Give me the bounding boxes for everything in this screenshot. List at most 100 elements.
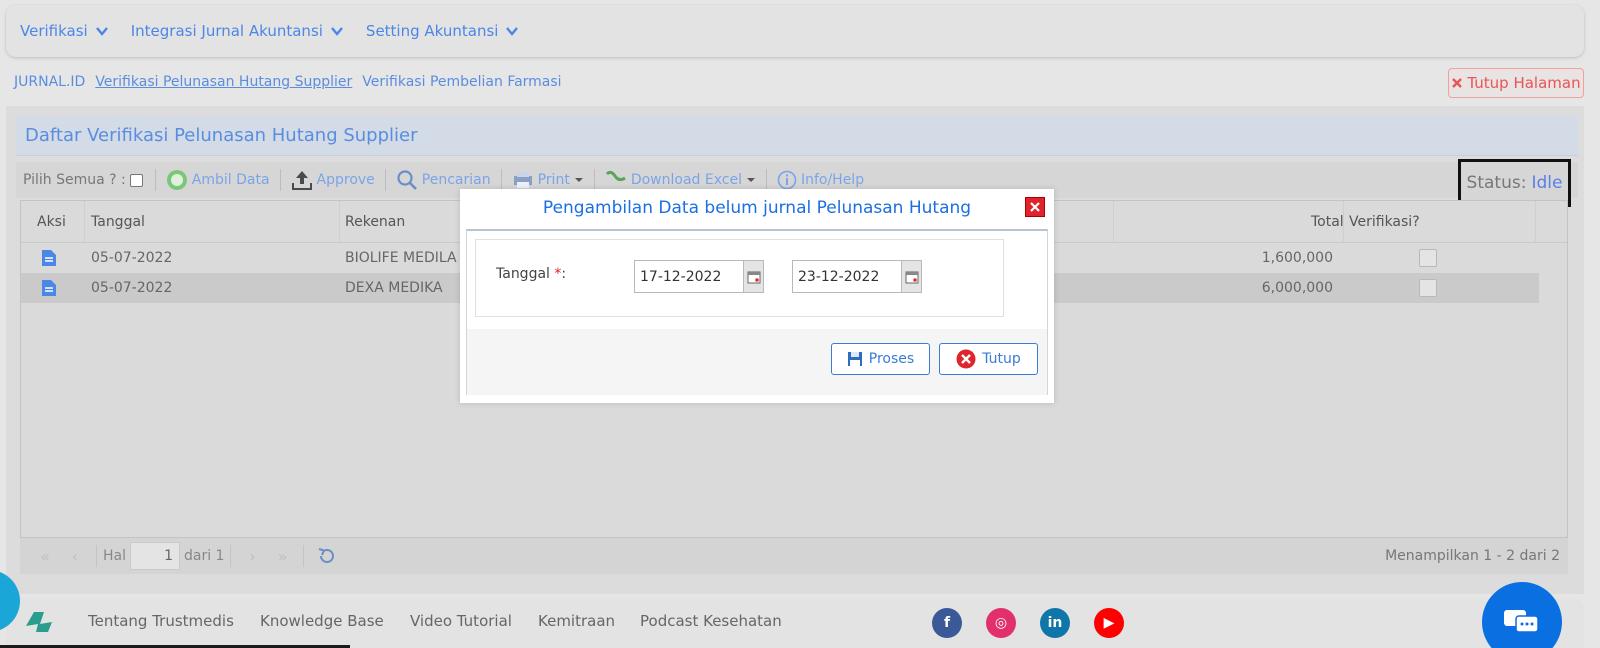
trustmedis-logo-icon: [26, 612, 52, 632]
dialog-body: Tanggal *: 17-12-2022 23-12-2022 Proses: [466, 229, 1048, 395]
row-verify-cell: [1419, 273, 1437, 303]
approve-label: Approve: [316, 172, 375, 188]
prev-page-icon[interactable]: ‹: [60, 547, 90, 566]
close-icon: [1452, 78, 1463, 88]
date-label-text: Tanggal: [496, 266, 550, 282]
row-verify-cell: [1419, 243, 1437, 273]
proses-label: Proses: [868, 351, 915, 367]
instagram-icon[interactable]: ◎: [986, 608, 1016, 638]
tab-verifikasi-pembelian[interactable]: Verifikasi Pembelian Farmasi: [362, 74, 561, 91]
first-page-icon[interactable]: «: [30, 547, 60, 566]
chat-icon: [1504, 610, 1539, 633]
ambil-data-label: Ambil Data: [191, 172, 270, 188]
dialog-title: Pengambilan Data belum jurnal Pelunasan …: [542, 198, 972, 218]
dialog-footer: Proses Tutup: [467, 329, 1047, 395]
cancel-icon: [956, 349, 976, 369]
menu-setting-label: Setting Akuntansi: [365, 22, 499, 40]
caret-down-icon: [574, 178, 583, 182]
select-all[interactable]: Pilih Semua ? :: [23, 172, 155, 188]
document-icon[interactable]: [41, 273, 57, 303]
calendar-icon[interactable]: [901, 261, 921, 292]
calendar-icon[interactable]: [743, 261, 763, 292]
top-nav: Verifikasi Integrasi Jurnal Akuntansi Se…: [6, 5, 1584, 57]
date-to-field[interactable]: 23-12-2022: [792, 260, 922, 293]
verify-checkbox[interactable]: [1419, 249, 1437, 267]
tutup-button[interactable]: Tutup: [939, 343, 1038, 375]
approve-button[interactable]: Approve: [281, 169, 385, 191]
close-page-button[interactable]: Tutup Halaman: [1448, 68, 1584, 98]
chevron-down-icon: [506, 27, 519, 36]
header-total[interactable]: Total: [1311, 201, 1344, 242]
row-total: 6,000,000: [1261, 280, 1333, 296]
header-verifikasi[interactable]: Verifikasi?: [1349, 201, 1420, 242]
panel-title: Daftar Verifikasi Pelunasan Hutang Suppl…: [16, 116, 1578, 156]
page-of-label: dari 1: [184, 548, 225, 564]
last-page-icon[interactable]: »: [267, 547, 297, 566]
select-all-label: Pilih Semua ? :: [23, 172, 126, 188]
download-excel-button[interactable]: Download Excel: [595, 170, 766, 190]
fetch-data-dialog: Pengambilan Data belum jurnal Pelunasan …: [460, 189, 1054, 403]
column-divider: [339, 201, 340, 243]
date-from-input[interactable]: 17-12-2022: [635, 261, 743, 292]
menu-integrasi-jurnal[interactable]: Integrasi Jurnal Akuntansi: [131, 22, 344, 40]
footer-link-podcast[interactable]: Podcast Kesehatan: [640, 612, 782, 630]
info-icon: [777, 170, 797, 190]
facebook-icon[interactable]: f: [932, 608, 962, 638]
print-button[interactable]: Print: [502, 170, 594, 190]
search-button[interactable]: Pencarian: [386, 169, 501, 191]
row-total: 1,600,000: [1261, 250, 1333, 266]
pagination: « ‹ Hal 1 dari 1 › » Menampilkan 1 - 2 d…: [20, 538, 1568, 574]
menu-setting-akuntansi[interactable]: Setting Akuntansi: [366, 22, 520, 40]
close-icon: [1030, 202, 1040, 212]
save-icon: [847, 352, 862, 366]
status-label: Status:: [1466, 173, 1527, 193]
header-aksi: Aksi: [37, 213, 66, 230]
footer-link-video[interactable]: Video Tutorial: [410, 612, 512, 630]
page-label: Hal: [103, 548, 126, 564]
page-tabs: JURNAL.ID Verifikasi Pelunasan Hutang Su…: [14, 74, 562, 91]
column-divider: [84, 201, 85, 243]
next-page-icon[interactable]: ›: [237, 547, 267, 566]
tab-jurnal-id[interactable]: JURNAL.ID: [14, 74, 85, 91]
ambil-data-button[interactable]: Ambil Data: [156, 169, 280, 191]
youtube-icon[interactable]: ▶: [1094, 608, 1124, 638]
search-icon: [397, 170, 417, 190]
linkedin-icon[interactable]: in: [1040, 608, 1070, 638]
pager-summary: Menampilkan 1 - 2 dari 2: [1385, 548, 1560, 564]
fetch-data-icon: [166, 170, 187, 190]
header-tanggal[interactable]: Tanggal: [91, 201, 145, 242]
date-label-colon: :: [561, 266, 567, 282]
footer: Tentang Trustmedis Knowledge Base Video …: [6, 598, 1584, 648]
document-icon[interactable]: [41, 243, 57, 273]
chevron-down-icon: [95, 27, 108, 36]
menu-verifikasi[interactable]: Verifikasi: [20, 22, 109, 40]
header-rekenan[interactable]: Rekenan: [345, 201, 405, 242]
dialog-close-button[interactable]: [1025, 197, 1045, 217]
tutup-label: Tutup: [982, 351, 1021, 367]
pager-divider: [303, 545, 305, 567]
column-divider: [1113, 201, 1114, 243]
column-divider: [1535, 201, 1536, 243]
print-label: Print: [537, 172, 570, 188]
proses-button[interactable]: Proses: [831, 343, 930, 375]
excel-icon: [605, 170, 626, 182]
date-from-field[interactable]: 17-12-2022: [634, 260, 764, 293]
date-range-form: Tanggal *: 17-12-2022 23-12-2022: [475, 239, 1004, 317]
date-to-input[interactable]: 23-12-2022: [793, 261, 901, 292]
select-all-checkbox[interactable]: [129, 173, 143, 187]
chevron-down-icon: [331, 27, 343, 36]
verify-checkbox[interactable]: [1419, 279, 1437, 297]
info-help-button[interactable]: Info/Help: [767, 170, 874, 190]
close-page-label: Tutup Halaman: [1467, 74, 1581, 92]
footer-link-tentang[interactable]: Tentang Trustmedis: [88, 612, 234, 630]
row-tanggal: 05-07-2022: [91, 280, 173, 296]
footer-link-knowledge[interactable]: Knowledge Base: [260, 612, 384, 630]
status-value: Idle: [1531, 173, 1563, 193]
footer-link-kemitraan[interactable]: Kemitraan: [538, 612, 615, 630]
column-divider: [1343, 201, 1344, 243]
row-rekenan: BIOLIFE MEDILA: [345, 250, 457, 266]
refresh-icon[interactable]: [316, 546, 338, 566]
caret-down-icon: [746, 178, 755, 182]
tab-verifikasi-pelunasan[interactable]: Verifikasi Pelunasan Hutang Supplier: [95, 74, 352, 91]
page-input[interactable]: 1: [130, 542, 180, 570]
